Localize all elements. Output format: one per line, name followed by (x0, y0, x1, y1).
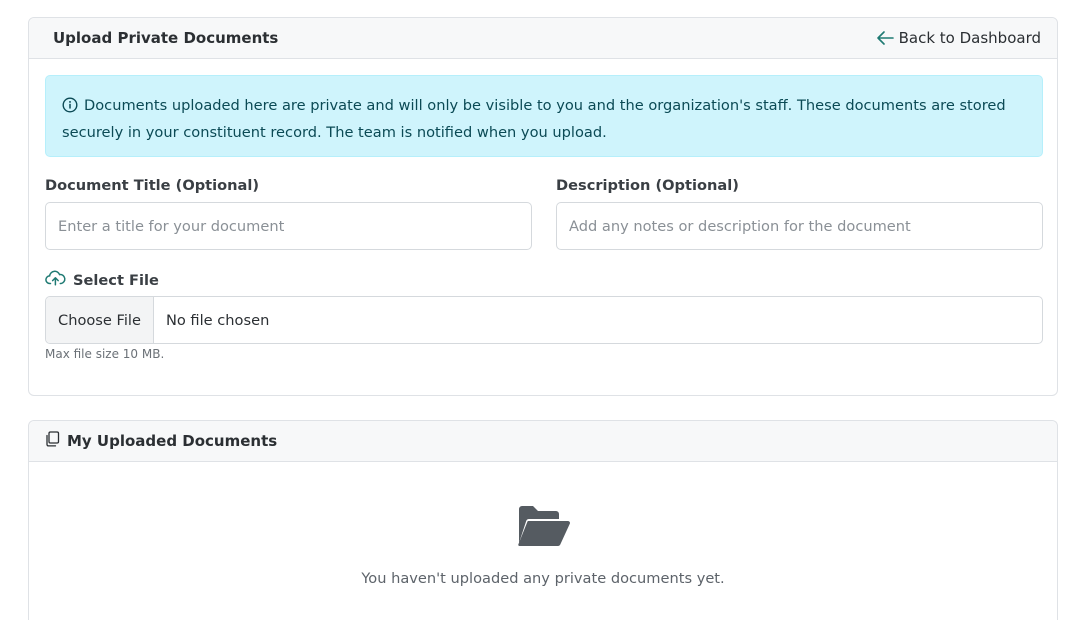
upload-card-header: Upload Private Documents Back to Dashboa… (29, 18, 1057, 59)
cloud-upload-icon (45, 270, 66, 290)
back-to-dashboard-link[interactable]: Back to Dashboard (876, 29, 1041, 47)
uploaded-documents-card: My Uploaded Documents You haven't upload… (28, 420, 1058, 620)
file-input[interactable]: Choose File No file chosen (45, 296, 1043, 344)
select-file-label: Select File (45, 270, 159, 290)
alert-message: Documents uploaded here are private and … (62, 97, 1006, 141)
arrow-left-icon (876, 30, 894, 46)
documents-card-title: My Uploaded Documents (45, 431, 277, 451)
upload-documents-card: Upload Private Documents Back to Dashboa… (28, 17, 1058, 396)
privacy-info-alert: Documents uploaded here are private and … (45, 75, 1043, 157)
info-circle-icon (62, 97, 78, 121)
document-title-label: Document Title (Optional) (45, 177, 260, 194)
documents-card-header: My Uploaded Documents (29, 421, 1057, 462)
empty-state-message: You haven't uploaded any private documen… (361, 570, 725, 587)
file-size-hint: Max file size 10 MB. (45, 347, 165, 361)
upload-card-title: Upload Private Documents (53, 29, 279, 47)
choose-file-button[interactable]: Choose File (46, 297, 154, 343)
file-status-text: No file chosen (165, 311, 270, 329)
document-title-input[interactable] (45, 202, 532, 250)
select-file-text: Select File (73, 271, 159, 289)
description-input[interactable] (556, 202, 1043, 250)
back-link-label: Back to Dashboard (898, 29, 1041, 47)
copy-files-icon (45, 431, 60, 451)
description-label: Description (Optional) (556, 177, 739, 194)
folder-open-icon (515, 506, 571, 553)
documents-title-text: My Uploaded Documents (67, 432, 278, 450)
empty-state (29, 503, 1057, 553)
